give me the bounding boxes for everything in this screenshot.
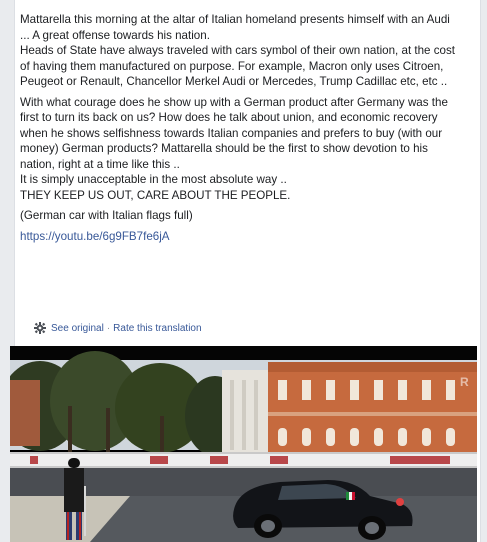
- post-text: Mattarella this morning at the altar of …: [20, 12, 460, 244]
- post-paragraph: (German car with Italian flags full): [20, 209, 193, 222]
- screenshot-frame: Mattarella this morning at the altar of …: [0, 0, 487, 542]
- svg-text:R: R: [460, 375, 469, 389]
- gear-icon: [34, 322, 46, 334]
- post-paragraph: Mattarella this morning at the altar of …: [20, 13, 455, 88]
- separator-dot: ·: [106, 322, 111, 334]
- translation-row: See original · Rate this translation: [34, 321, 202, 335]
- video-scene: R: [10, 346, 477, 542]
- see-original-link[interactable]: See original: [51, 323, 104, 334]
- youtube-link[interactable]: https://youtu.be/6g9FB7fe6jA: [20, 230, 170, 243]
- post-paragraph: With what courage does he show up with a…: [20, 95, 448, 202]
- video-thumbnail[interactable]: R: [10, 346, 477, 542]
- rate-translation-link[interactable]: Rate this translation: [113, 323, 201, 334]
